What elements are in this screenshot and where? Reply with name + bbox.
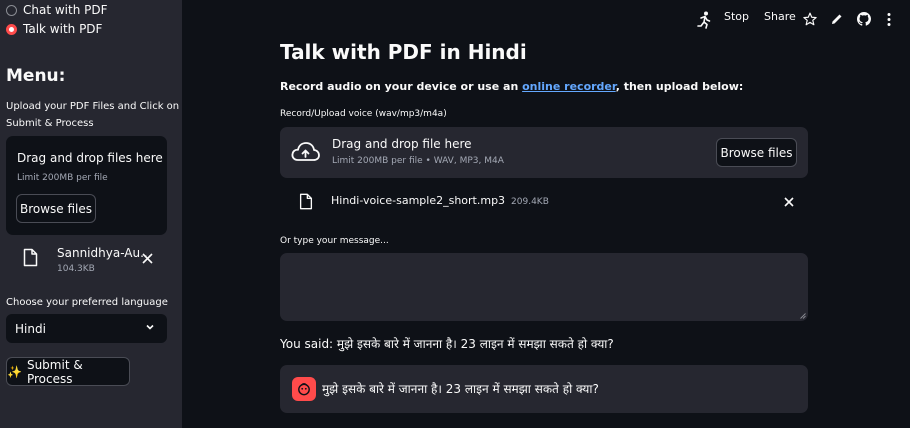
type-message-label: Or type your message...: [280, 236, 389, 246]
face-icon: [298, 383, 310, 396]
cloud-upload-icon: [291, 142, 320, 161]
upload-label-line1: Upload your PDF Files and Click on: [6, 101, 180, 112]
upload-voice-label: Record/Upload voice (wav/mp3/m4a): [280, 109, 447, 119]
audio-dropzone-limit: Limit 200MB per file • WAV, MP3, M4A: [332, 156, 504, 166]
github-icon[interactable]: [857, 12, 871, 26]
language-select[interactable]: Hindi: [6, 314, 167, 343]
dropzone-limit: Limit 200MB per file: [17, 173, 108, 183]
uploaded-file-name: Sannidhya-Au...: [57, 246, 152, 260]
running-icon: [697, 11, 711, 29]
nav-label: Chat with PDF: [23, 3, 108, 17]
nav-radio-talk-with-pdf[interactable]: Talk with PDF: [6, 22, 102, 36]
upload-label-line2: Submit & Process: [6, 118, 94, 129]
audio-file-row: Hindi-voice-sample2_short.mp3 209.4KB: [331, 194, 549, 207]
chat-message: मुझे इसके बारे में जानना है। 23 लाइन में…: [280, 365, 808, 413]
browse-files-button[interactable]: Browse files: [16, 194, 96, 223]
dropzone-title: Drag and drop files here: [17, 151, 163, 165]
sparkles-icon: ✨: [7, 364, 22, 379]
instruction-pre: Record audio on your device or use an: [280, 80, 523, 93]
edit-icon[interactable]: [831, 13, 843, 25]
remove-file-icon[interactable]: [142, 253, 153, 264]
nav-label: Talk with PDF: [23, 22, 103, 36]
page-title: Talk with PDF in Hindi: [280, 40, 527, 64]
share-label: Share: [764, 10, 796, 23]
online-recorder-link[interactable]: online recorder: [522, 80, 616, 93]
you-said-text: You said: मुझे इसके बारे में जानना है। 2…: [280, 337, 614, 351]
audio-file-name: Hindi-voice-sample2_short.mp3: [331, 194, 506, 207]
submit-label: Submit & Process: [26, 357, 83, 386]
share-button[interactable]: Share: [764, 10, 796, 23]
audio-dropzone-title: Drag and drop file here: [332, 137, 472, 151]
language-value: Hindi: [15, 321, 46, 336]
audio-file-size: 209.4KB: [511, 197, 549, 207]
file-icon: [299, 193, 313, 210]
uploaded-file-size: 104.3KB: [57, 264, 95, 274]
message-textarea[interactable]: [280, 253, 808, 321]
instruction-text: Record audio on your device or use an on…: [280, 80, 743, 93]
sidebar: Chat with PDF Talk with PDF Menu: Upload…: [0, 0, 182, 428]
chat-message-text: मुझे इसके बारे में जानना है। 23 लाइन में…: [322, 382, 599, 396]
nav-radio-chat-with-pdf[interactable]: Chat with PDF: [6, 3, 108, 17]
menu-title: Menu:: [6, 66, 66, 86]
radio-circle-selected[interactable]: [6, 23, 17, 35]
language-label: Choose your preferred language: [6, 297, 168, 308]
radio-circle[interactable]: [6, 4, 17, 16]
submit-process-button[interactable]: ✨ Submit & Process: [6, 357, 130, 386]
user-avatar: [292, 377, 316, 401]
upload-label: Upload your PDF Files and Click on Submi…: [6, 98, 179, 132]
file-icon: [23, 248, 38, 267]
main-content: Stop Share Talk with PDF in Hindi Record…: [182, 0, 910, 428]
more-icon[interactable]: [887, 13, 891, 26]
audio-dropzone[interactable]: Drag and drop file here Limit 200MB per …: [280, 127, 808, 178]
remove-audio-icon[interactable]: [784, 197, 794, 207]
pdf-dropzone[interactable]: Drag and drop files here Limit 200MB per…: [6, 136, 167, 235]
browse-files-button[interactable]: Browse files: [716, 138, 797, 167]
chevron-down-icon: [146, 324, 154, 330]
stop-button[interactable]: Stop: [724, 10, 749, 23]
instruction-post: , then upload below:: [615, 80, 744, 93]
star-icon[interactable]: [803, 12, 817, 26]
resize-handle-icon[interactable]: [800, 313, 806, 319]
stop-label: Stop: [724, 10, 750, 23]
